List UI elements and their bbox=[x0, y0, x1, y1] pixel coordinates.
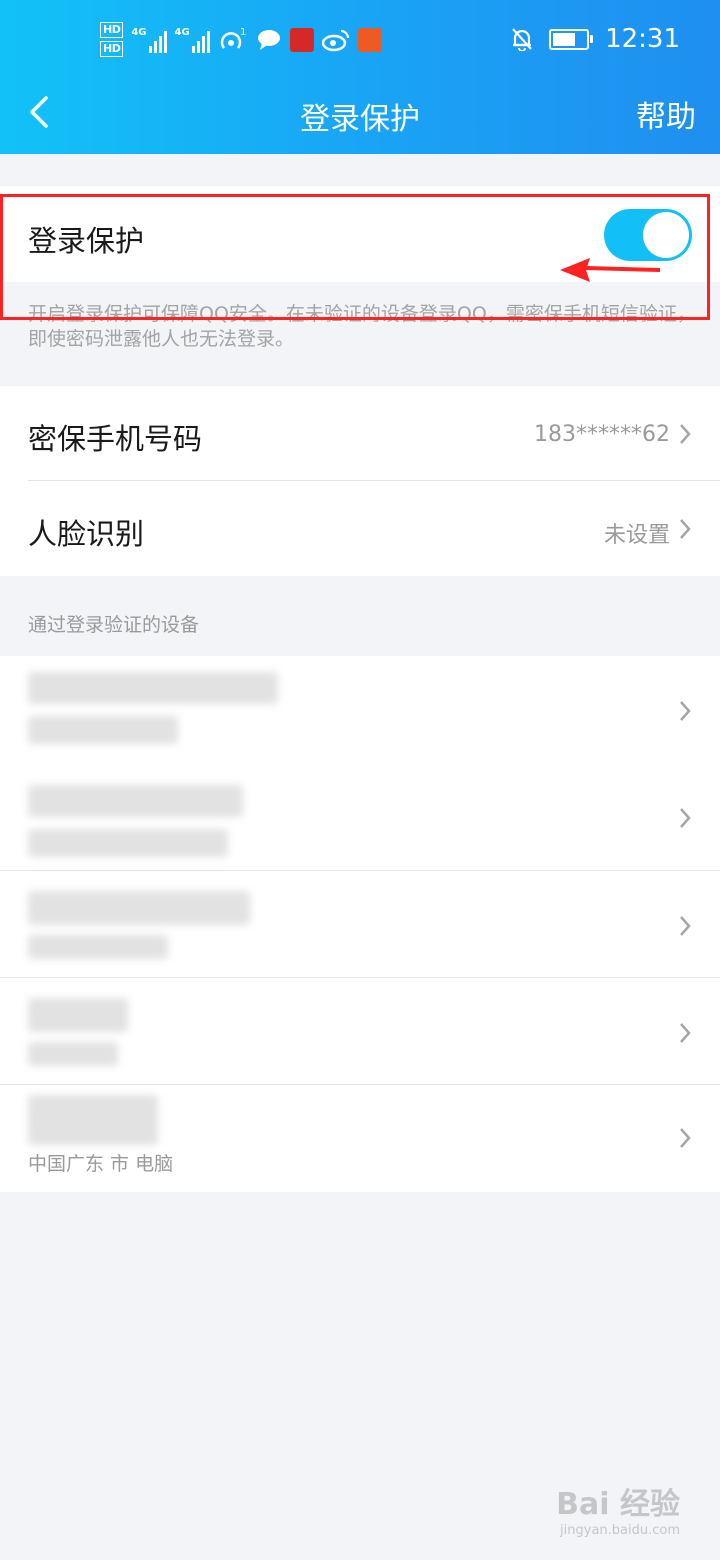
redacted-device-name bbox=[28, 1095, 158, 1145]
device-item[interactable] bbox=[0, 978, 720, 1085]
chevron-right-icon bbox=[680, 519, 691, 539]
device-item[interactable] bbox=[0, 871, 720, 978]
app-header: HD HD 4G 4G 1 12:31 登录保护 帮助 bbox=[0, 0, 720, 154]
status-time: 12:31 bbox=[605, 24, 680, 54]
security-phone-value: 183******62 bbox=[534, 422, 670, 447]
help-button[interactable]: 帮助 bbox=[636, 92, 696, 136]
watermark-url: jingyan.baidu.com bbox=[560, 1523, 680, 1538]
hd-badge-2: HD bbox=[100, 41, 124, 57]
security-phone-row[interactable]: 密保手机号码 183******62 bbox=[0, 386, 720, 480]
signal-4g-2-icon: 4G bbox=[175, 27, 210, 53]
device-item[interactable]: 中国广东 市 电脑 bbox=[0, 1085, 720, 1192]
status-left-icons: HD HD 4G 4G 1 bbox=[100, 22, 382, 57]
chevron-right-icon bbox=[680, 1128, 691, 1148]
hd-badge: HD HD bbox=[100, 22, 124, 57]
chevron-right-icon bbox=[680, 1023, 691, 1043]
watermark-brand: Bai 经验 bbox=[556, 1487, 680, 1522]
page-title: 登录保护 bbox=[300, 102, 420, 137]
annotation-arrow-icon bbox=[560, 258, 661, 282]
status-bar: HD HD 4G 4G 1 12:31 bbox=[0, 18, 720, 68]
signal-4g-1-icon: 4G bbox=[131, 26, 167, 53]
verified-devices-title: 通过登录验证的设备 bbox=[28, 614, 200, 636]
redacted-device-detail bbox=[28, 935, 168, 959]
red-app-icon bbox=[289, 27, 314, 52]
baidu-watermark: Bai 经验 jingyan.baidu.com bbox=[556, 1479, 680, 1538]
face-recognition-label: 人脸识别 bbox=[28, 517, 145, 551]
redacted-device-detail bbox=[28, 829, 228, 857]
face-recognition-row[interactable]: 人脸识别 未设置 bbox=[0, 481, 720, 576]
redacted-device-name bbox=[28, 998, 128, 1032]
chevron-right-icon bbox=[680, 808, 691, 828]
nav-bar: 登录保护 帮助 bbox=[0, 82, 720, 142]
redacted-device-detail bbox=[28, 716, 178, 744]
redacted-device-name bbox=[28, 785, 243, 817]
security-phone-label: 密保手机号码 bbox=[28, 422, 203, 456]
status-right-icons: 12:31 bbox=[511, 24, 680, 54]
battery-icon bbox=[549, 28, 594, 50]
redacted-device-name bbox=[28, 891, 250, 925]
orange-app-icon bbox=[357, 27, 382, 52]
bell-off-icon bbox=[512, 28, 532, 51]
chevron-right-icon bbox=[680, 916, 691, 936]
redacted-device-name bbox=[28, 672, 278, 704]
chat-bubble-icon bbox=[257, 29, 280, 50]
redacted-device-detail bbox=[28, 1042, 118, 1066]
hotspot-count: 1 bbox=[240, 27, 246, 38]
security-settings-card: 密保手机号码 183******62 人脸识别 未设置 bbox=[0, 386, 720, 576]
device-location-text: 中国广东 市 电脑 bbox=[28, 1153, 174, 1175]
hotspot-icon: 1 bbox=[220, 27, 246, 49]
device-item[interactable] bbox=[0, 763, 720, 870]
network-type-2: 4G bbox=[174, 26, 190, 38]
hd-badge-1: HD bbox=[100, 22, 124, 38]
chevron-right-icon bbox=[680, 701, 691, 721]
device-item[interactable] bbox=[0, 656, 720, 763]
network-type: 4G bbox=[131, 26, 147, 38]
weibo-icon bbox=[321, 29, 349, 51]
chevron-right-icon bbox=[680, 424, 691, 444]
verified-devices-card: 中国广东 市 电脑 bbox=[0, 656, 720, 1192]
face-recognition-value: 未设置 bbox=[603, 523, 670, 548]
